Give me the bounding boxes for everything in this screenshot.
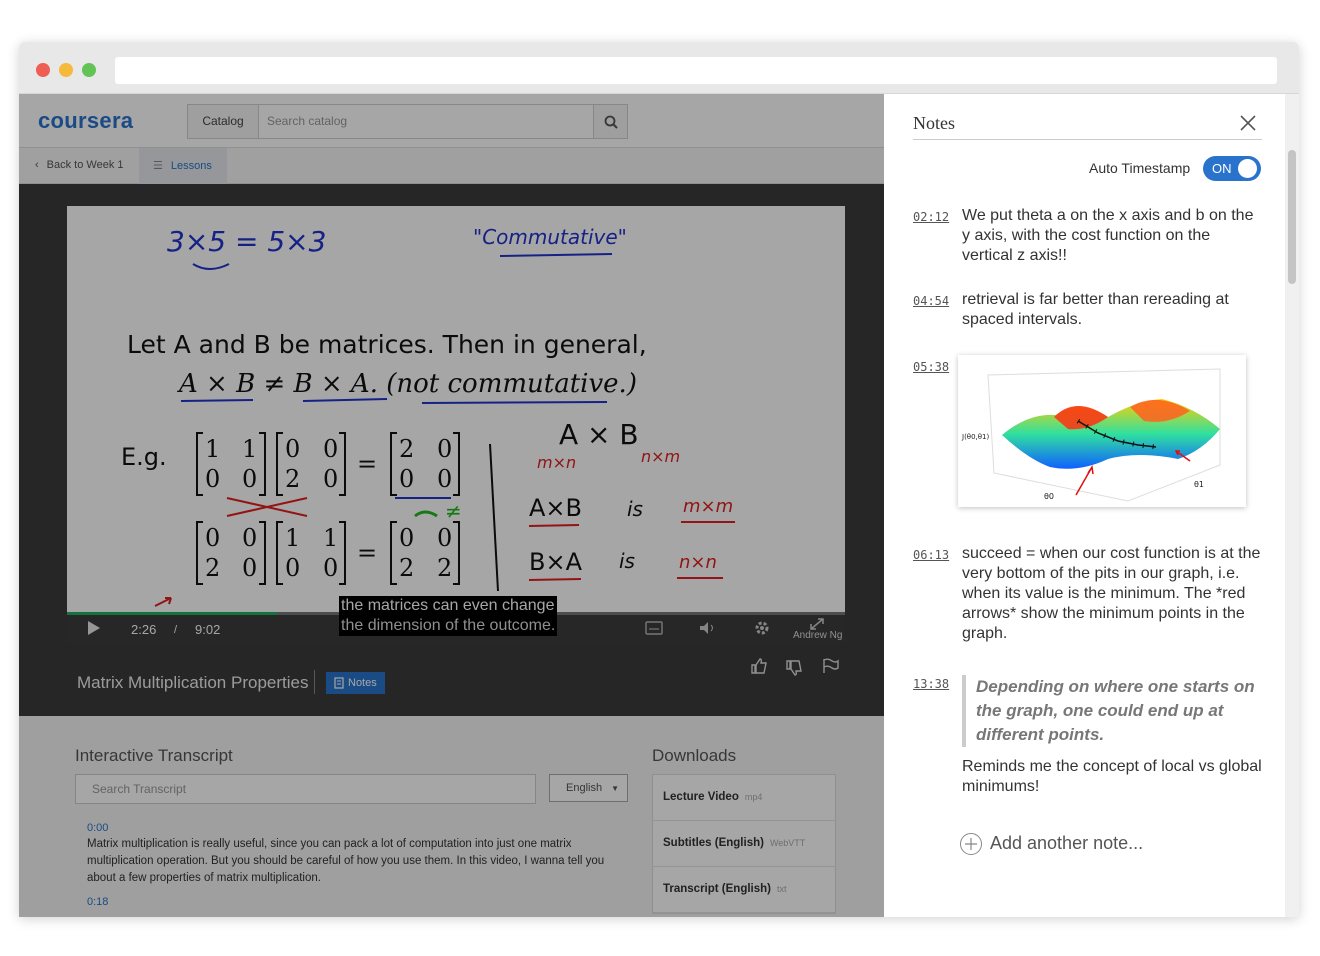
plot-xlabel: θ0 bbox=[1044, 492, 1054, 501]
note-screenshot[interactable]: J(θ0,θ1) θ0 θ1 bbox=[958, 355, 1246, 507]
note-timestamp[interactable]: 05:38 bbox=[913, 360, 949, 374]
notes-panel: Notes Auto Timestamp ON 02:12 We put the… bbox=[884, 94, 1299, 917]
note-timestamp[interactable]: 13:38 bbox=[913, 677, 949, 691]
note-text[interactable]: We put theta a on the x axis and b on th… bbox=[962, 206, 1262, 266]
note-text[interactable]: succeed = when our cost function is at t… bbox=[962, 544, 1262, 644]
plus-circle-icon[interactable] bbox=[960, 833, 982, 855]
auto-timestamp-toggle[interactable]: ON bbox=[1203, 156, 1261, 181]
add-note-button[interactable]: Add another note... bbox=[990, 833, 1143, 854]
note-timestamp[interactable]: 04:54 bbox=[913, 294, 949, 308]
note-text[interactable]: Reminds me the concept of local vs globa… bbox=[962, 757, 1262, 797]
notes-title-divider bbox=[913, 139, 1262, 140]
cost-surface-plot: J(θ0,θ1) θ0 θ1 bbox=[961, 368, 1221, 502]
close-icon[interactable] bbox=[1239, 114, 1257, 132]
browser-chrome bbox=[19, 42, 1299, 94]
browser-window: coursera Catalog Search catalog ‹ Back to… bbox=[19, 42, 1299, 917]
notes-panel-title: Notes bbox=[913, 113, 955, 133]
note-text[interactable]: retrieval is far better than rereading a… bbox=[962, 290, 1262, 330]
maximize-window-dot[interactable] bbox=[82, 63, 96, 77]
modal-backdrop[interactable] bbox=[19, 94, 884, 917]
note-timestamp[interactable]: 06:13 bbox=[913, 548, 949, 562]
plot-zlabel: θ1 bbox=[1194, 480, 1204, 489]
toggle-state-label: ON bbox=[1212, 161, 1232, 176]
note-quote[interactable]: Depending on where one starts on the gra… bbox=[962, 675, 1262, 747]
plot-ylabel: J(θ0,θ1) bbox=[961, 433, 989, 441]
close-window-dot[interactable] bbox=[36, 63, 50, 77]
course-page: coursera Catalog Search catalog ‹ Back to… bbox=[19, 94, 884, 917]
note-timestamp[interactable]: 02:12 bbox=[913, 210, 949, 224]
toggle-knob bbox=[1238, 159, 1257, 178]
notes-scrollbar[interactable] bbox=[1285, 94, 1299, 917]
address-bar[interactable] bbox=[115, 57, 1277, 84]
scrollbar-thumb[interactable] bbox=[1288, 150, 1296, 284]
auto-timestamp-label: Auto Timestamp bbox=[1089, 160, 1191, 176]
minimize-window-dot[interactable] bbox=[59, 63, 73, 77]
